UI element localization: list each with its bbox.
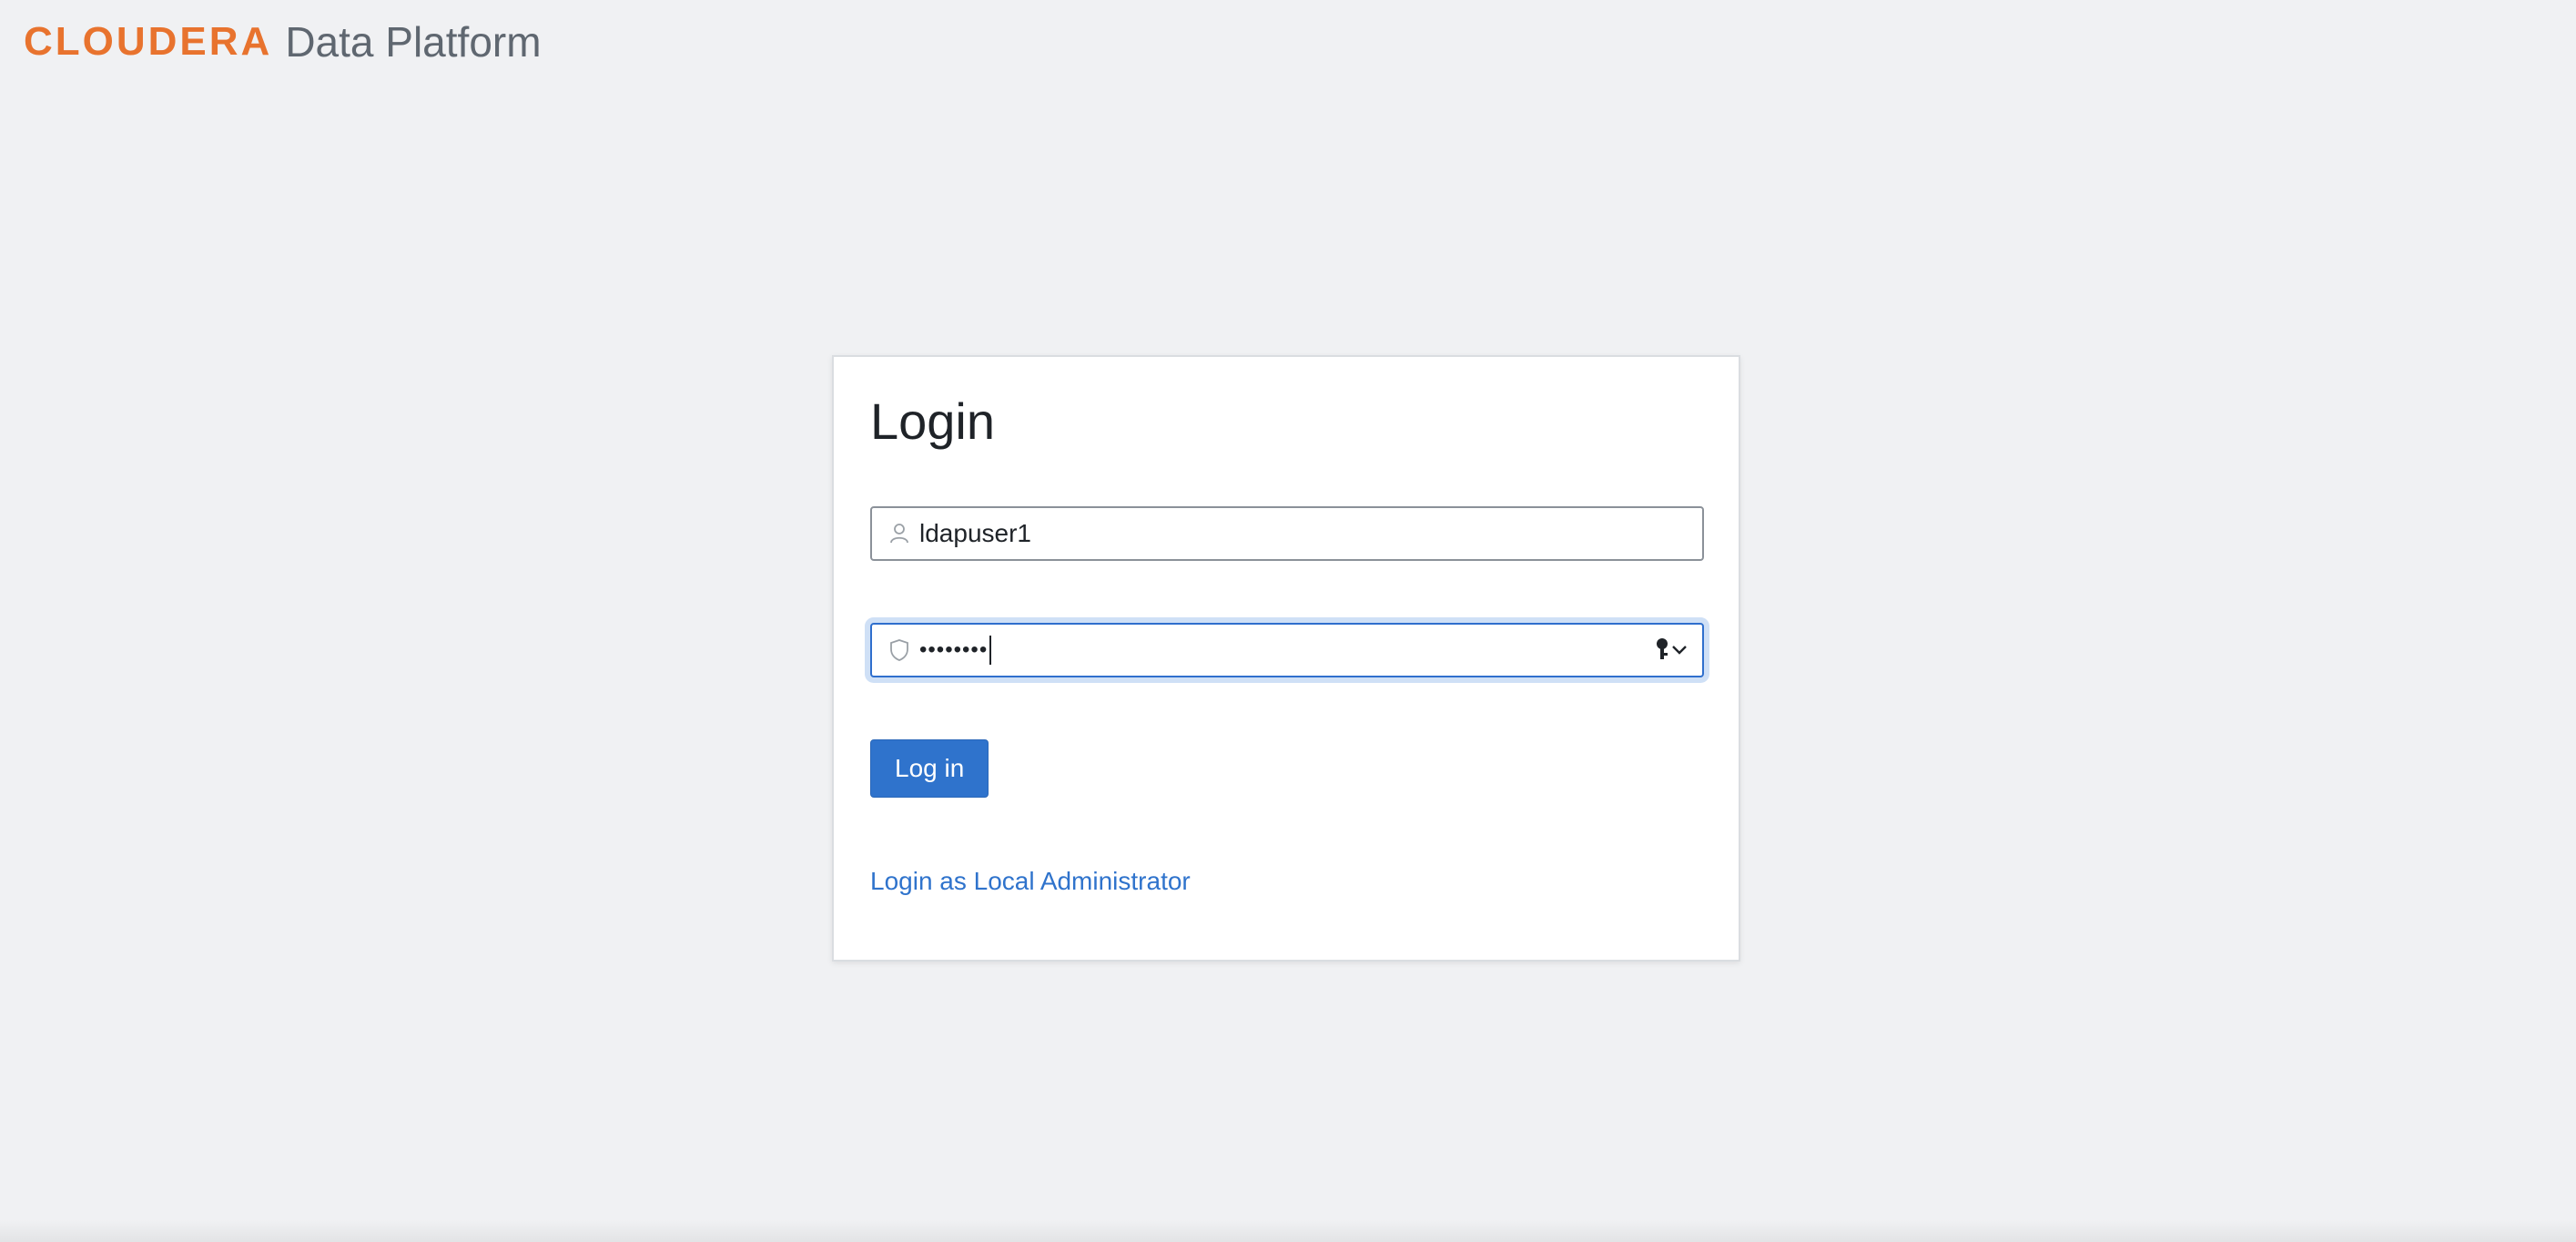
product-name: Data Platform xyxy=(285,18,542,66)
cloudera-logo: CLOUDERA xyxy=(24,19,273,64)
login-card: Login ldapuser1 •••••••• Log in Login as… xyxy=(832,355,1740,962)
password-value[interactable]: •••••••• xyxy=(919,637,988,663)
text-caret xyxy=(989,636,992,665)
username-field[interactable]: ldapuser1 xyxy=(870,506,1704,561)
user-icon xyxy=(888,521,910,546)
local-admin-login-link[interactable]: Login as Local Administrator xyxy=(870,867,1191,896)
password-field[interactable]: •••••••• xyxy=(870,623,1704,677)
page-title: Login xyxy=(870,392,996,450)
shield-icon xyxy=(888,637,910,663)
bottom-shadow xyxy=(0,1220,2576,1242)
password-manager-button[interactable] xyxy=(1655,637,1688,666)
login-button[interactable]: Log in xyxy=(870,739,989,798)
app-header: CLOUDERA Data Platform xyxy=(24,16,542,67)
chevron-down-icon xyxy=(1671,644,1688,660)
key-icon xyxy=(1655,637,1669,666)
username-value[interactable]: ldapuser1 xyxy=(919,519,1031,548)
